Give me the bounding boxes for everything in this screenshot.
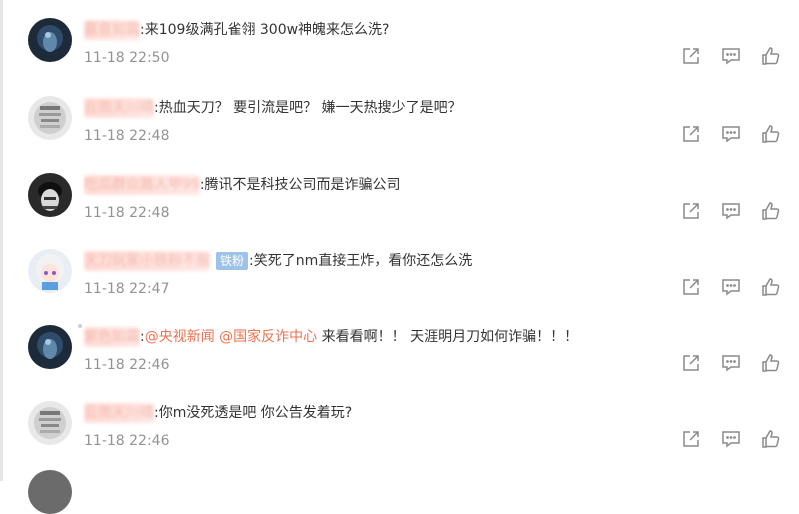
comment-item: 吃瓜群众路人甲99:腾讯不是科技公司而是诈骗公司 11-18 22:48	[0, 173, 799, 249]
comment-actions	[681, 201, 781, 225]
fan-badge: 铁粉	[216, 252, 249, 270]
username-link[interactable]: 嘉音如霜	[84, 20, 140, 40]
like-icon[interactable]	[761, 429, 781, 449]
share-icon[interactable]	[681, 124, 701, 144]
comment-line: 天刀玩家小铁粉不服 铁粉:笑死了nm直接王炸，看你还怎么洗	[84, 251, 473, 271]
comment-text: 来看看啊！！ 天涯明月刀如何诈骗！！！	[317, 329, 579, 345]
avatar[interactable]	[28, 401, 72, 445]
comment-icon[interactable]	[721, 201, 741, 221]
comment-text: 笑死了nm直接王炸，看你还怎么洗	[253, 253, 473, 269]
comment-text: 热血天刀？ 要引流是吧？ 嫌一天热搜少了是吧？	[158, 100, 462, 116]
like-icon[interactable]	[761, 201, 781, 221]
avatar[interactable]	[28, 470, 72, 514]
comment-time: 11-18 22:48	[84, 205, 170, 221]
share-icon[interactable]	[681, 353, 701, 373]
comment-item: 天刀玩家小铁粉不服 铁粉:笑死了nm直接王炸，看你还怎么洗 11-18 22:47	[0, 249, 799, 325]
like-icon[interactable]	[761, 353, 781, 373]
share-icon[interactable]	[681, 429, 701, 449]
comment-actions	[681, 353, 781, 377]
comment-text: 腾讯不是科技公司而是诈骗公司	[204, 177, 401, 193]
comment-text: 来109级满孔雀翎 300w神魄来怎么洗?	[144, 22, 390, 38]
username-link[interactable]: 紫色如霜	[84, 327, 140, 347]
avatar[interactable]	[28, 249, 72, 293]
username-link[interactable]: 天刀玩家小铁粉不服	[84, 251, 210, 271]
comment-item: 云雨天川晴:你m没死透是吧 你公告发着玩? 11-18 22:46	[0, 401, 799, 477]
comment-icon[interactable]	[721, 124, 741, 144]
avatar[interactable]	[28, 96, 72, 140]
comment-icon[interactable]	[721, 429, 741, 449]
comment-time: 11-18 22:50	[84, 50, 170, 66]
comment-time: 11-18 22:47	[84, 281, 170, 297]
username-link[interactable]: 云雨天川晴	[84, 403, 154, 423]
like-icon[interactable]	[761, 46, 781, 66]
mention-link[interactable]: @央视新闻	[145, 329, 215, 345]
comment-text: 你m没死透是吧 你公告发着玩?	[158, 405, 353, 421]
comment-icon[interactable]	[721, 46, 741, 66]
comment-actions	[681, 46, 781, 70]
comment-time: 11-18 22:46	[84, 433, 170, 449]
like-icon[interactable]	[761, 124, 781, 144]
mention-link[interactable]: @国家反诈中心	[219, 329, 317, 345]
comment-time: 11-18 22:48	[84, 128, 170, 144]
username-link[interactable]: 吃瓜群众路人甲99	[84, 175, 200, 195]
comment-line: 紫色如霜:@央视新闻 @国家反诈中心 来看看啊！！ 天涯明月刀如何诈骗！！！	[84, 327, 579, 347]
share-icon[interactable]	[681, 277, 701, 297]
share-icon[interactable]	[681, 201, 701, 221]
comment-item: 紫色如霜:@央视新闻 @国家反诈中心 来看看啊！！ 天涯明月刀如何诈骗！！！ 1…	[0, 325, 799, 401]
like-icon[interactable]	[761, 277, 781, 297]
comment-icon[interactable]	[721, 353, 741, 373]
avatar[interactable]	[28, 18, 72, 62]
comment-time: 11-18 22:46	[84, 357, 170, 373]
username-link[interactable]: 云雨天川晴	[84, 98, 154, 118]
comment-line: 云雨天川晴:热血天刀？ 要引流是吧？ 嫌一天热搜少了是吧？	[84, 98, 462, 118]
comment-actions	[681, 277, 781, 301]
comment-line: 吃瓜群众路人甲99:腾讯不是科技公司而是诈骗公司	[84, 175, 401, 195]
comment-line: 云雨天川晴:你m没死透是吧 你公告发着玩?	[84, 403, 353, 423]
comment-item: 云雨天川晴:热血天刀？ 要引流是吧？ 嫌一天热搜少了是吧？ 11-18 22:4…	[0, 96, 799, 172]
comment-actions	[681, 429, 781, 453]
share-icon[interactable]	[681, 46, 701, 66]
comment-line: 嘉音如霜:来109级满孔雀翎 300w神魄来怎么洗?	[84, 20, 390, 40]
avatar[interactable]	[28, 173, 72, 217]
comment-item: 嘉音如霜:来109级满孔雀翎 300w神魄来怎么洗? 11-18 22:50	[0, 18, 799, 94]
avatar[interactable]	[28, 325, 72, 369]
comment-icon[interactable]	[721, 277, 741, 297]
comment-actions	[681, 124, 781, 148]
